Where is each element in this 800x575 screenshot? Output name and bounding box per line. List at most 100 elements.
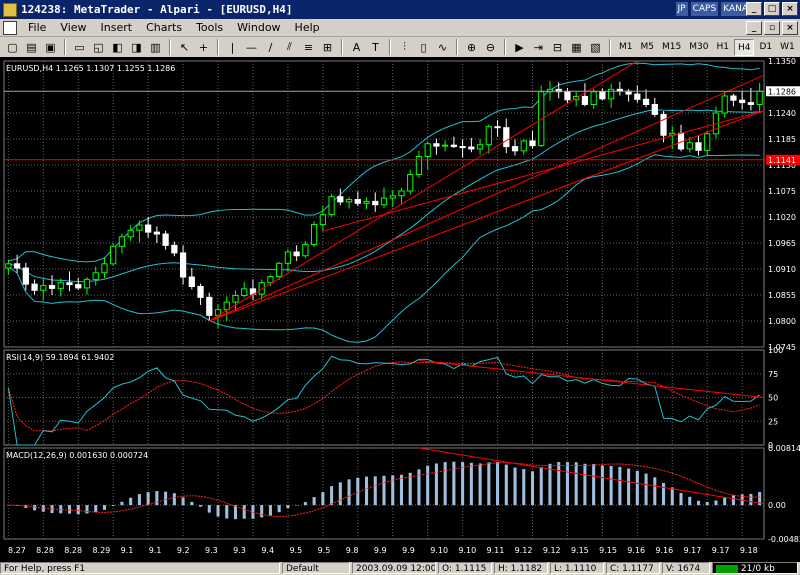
- close-button[interactable]: ×: [782, 2, 798, 16]
- time-axis-label: 9.5: [289, 546, 302, 555]
- toolbar-separator: [389, 39, 391, 55]
- candle-body: [5, 263, 12, 269]
- save-icon[interactable]: ▣: [42, 39, 59, 56]
- timeframe-m15[interactable]: M15: [659, 39, 684, 56]
- periods-icon[interactable]: ⊞: [319, 39, 336, 56]
- bar-chart-icon[interactable]: ⫶: [396, 39, 413, 56]
- timeframe-m30[interactable]: M30: [686, 39, 711, 56]
- chart-area[interactable]: 1.1350 1.1240 1.1185 1.1130 1.1075 1.1020 1.09…: [0, 57, 800, 562]
- zoom-out-icon[interactable]: ⊖: [482, 39, 499, 56]
- candle-body: [747, 102, 755, 105]
- new-chart-icon[interactable]: ▢: [4, 39, 21, 56]
- vertical-line-icon[interactable]: |: [224, 39, 241, 56]
- candle-body: [153, 231, 160, 235]
- line-chart-icon[interactable]: ∿: [434, 39, 451, 56]
- status-traffic-text: 21/0 kb: [740, 564, 775, 574]
- crosshair-icon[interactable]: +: [195, 39, 212, 56]
- status-close: C: 1.1177: [606, 562, 660, 574]
- text-icon[interactable]: A: [348, 39, 365, 56]
- autoscroll-icon[interactable]: ▶: [511, 39, 528, 56]
- macd-axis-label: -0.00483: [768, 535, 800, 544]
- macd-axis-label: 0.00814: [768, 444, 800, 453]
- timeframe-h4[interactable]: H4: [733, 38, 755, 56]
- timeframe-h1[interactable]: H1: [713, 39, 732, 56]
- print-preview-icon[interactable]: ◱: [90, 39, 107, 56]
- timeframe-m1[interactable]: M1: [616, 39, 636, 56]
- rsi-signal-line: [7, 361, 760, 432]
- ime-tray: JP CAPS KANA: [675, 2, 750, 16]
- menu-view[interactable]: View: [53, 21, 93, 34]
- time-axis-label: 9.3: [205, 546, 218, 555]
- time-axis-label: 8.27: [8, 546, 26, 555]
- candle-body: [756, 90, 763, 105]
- zoom-in-icon[interactable]: ⊕: [463, 39, 480, 56]
- minimize-button[interactable]: _: [746, 2, 762, 16]
- language-indicator[interactable]: JP: [675, 2, 688, 16]
- rsi-axis-label: 50: [768, 394, 778, 403]
- candle-body: [695, 142, 702, 151]
- templates-icon[interactable]: ▦: [568, 39, 585, 56]
- candle-icon[interactable]: ▯: [415, 39, 432, 56]
- menu-file[interactable]: File: [21, 21, 53, 34]
- status-profile[interactable]: Default: [282, 562, 350, 574]
- time-axis-label: 9.5: [318, 546, 331, 555]
- status-bar: For Help, press F1 Default 2003.09.09 12…: [0, 562, 800, 575]
- price-axis-label: 1.0855: [768, 291, 796, 300]
- chart-close-button[interactable]: ×: [782, 21, 798, 35]
- properties-icon[interactable]: ▧: [587, 39, 604, 56]
- price-axis-label: 1.0800: [768, 317, 796, 326]
- chart-shift-icon[interactable]: ⇥: [530, 39, 547, 56]
- candle-body: [564, 91, 571, 101]
- market-watch-icon[interactable]: ◧: [109, 39, 126, 56]
- timeframe-m5[interactable]: M5: [638, 39, 658, 56]
- menu-insert[interactable]: Insert: [94, 21, 140, 34]
- time-axis-label: 9.17: [712, 546, 730, 555]
- terminal-icon[interactable]: ▥: [147, 39, 164, 56]
- candle-body: [345, 199, 353, 203]
- navigator-icon[interactable]: ◨: [128, 39, 145, 56]
- candle-body: [686, 142, 693, 150]
- time-axis-label: 9.4: [261, 546, 274, 555]
- current-price-label: 1.1286: [768, 87, 796, 96]
- print-icon[interactable]: ▭: [71, 39, 88, 56]
- candle-body: [206, 296, 213, 316]
- candle-body: [599, 91, 606, 100]
- candle-body: [415, 155, 423, 175]
- cursor-icon[interactable]: ↖: [176, 39, 193, 56]
- menu-charts[interactable]: Charts: [139, 21, 189, 34]
- candle-body: [363, 200, 370, 204]
- open-icon[interactable]: ▤: [23, 39, 40, 56]
- time-axis-label: 9.9: [374, 546, 387, 555]
- chart-restore-button[interactable]: ▫: [764, 21, 780, 35]
- maximize-button[interactable]: □: [764, 2, 780, 16]
- label-icon[interactable]: T: [367, 39, 384, 56]
- toolbar-separator: [64, 39, 66, 55]
- menu-window[interactable]: Window: [230, 21, 287, 34]
- time-axis-label: 9.10: [458, 546, 476, 555]
- menu-help[interactable]: Help: [288, 21, 327, 34]
- price-axis-label: 1.1240: [768, 109, 796, 118]
- title-bar: 124238: MetaTrader - Alpari - [EURUSD,H4…: [0, 0, 800, 19]
- toolbar-separator: [341, 39, 343, 55]
- candle-body: [730, 95, 737, 101]
- time-axis-label: 8.28: [64, 546, 82, 555]
- channel-icon[interactable]: ⫽: [281, 39, 298, 56]
- timeframe-w1[interactable]: W1: [777, 39, 798, 56]
- rsi-axis-label: 75: [768, 370, 778, 379]
- trend-line: [209, 74, 765, 322]
- chart-minimize-button[interactable]: _: [746, 21, 762, 35]
- candle-body: [48, 285, 56, 289]
- candle-body: [581, 95, 589, 105]
- fibonacci-icon[interactable]: ≡: [300, 39, 317, 56]
- menu-tools[interactable]: Tools: [189, 21, 230, 34]
- trend-line-icon[interactable]: /: [262, 39, 279, 56]
- candle-body: [468, 146, 475, 150]
- timeframe-d1[interactable]: D1: [756, 39, 775, 56]
- candle-body: [118, 236, 126, 247]
- chart-window-icon[interactable]: [3, 20, 17, 35]
- candle-body: [511, 146, 519, 152]
- candle-body: [66, 282, 73, 286]
- horizontal-line-icon[interactable]: —: [243, 39, 260, 56]
- price-chart[interactable]: 1.13501.12401.11851.11301.10751.10201.09…: [0, 57, 800, 562]
- grid-icon[interactable]: ⊟: [549, 39, 566, 56]
